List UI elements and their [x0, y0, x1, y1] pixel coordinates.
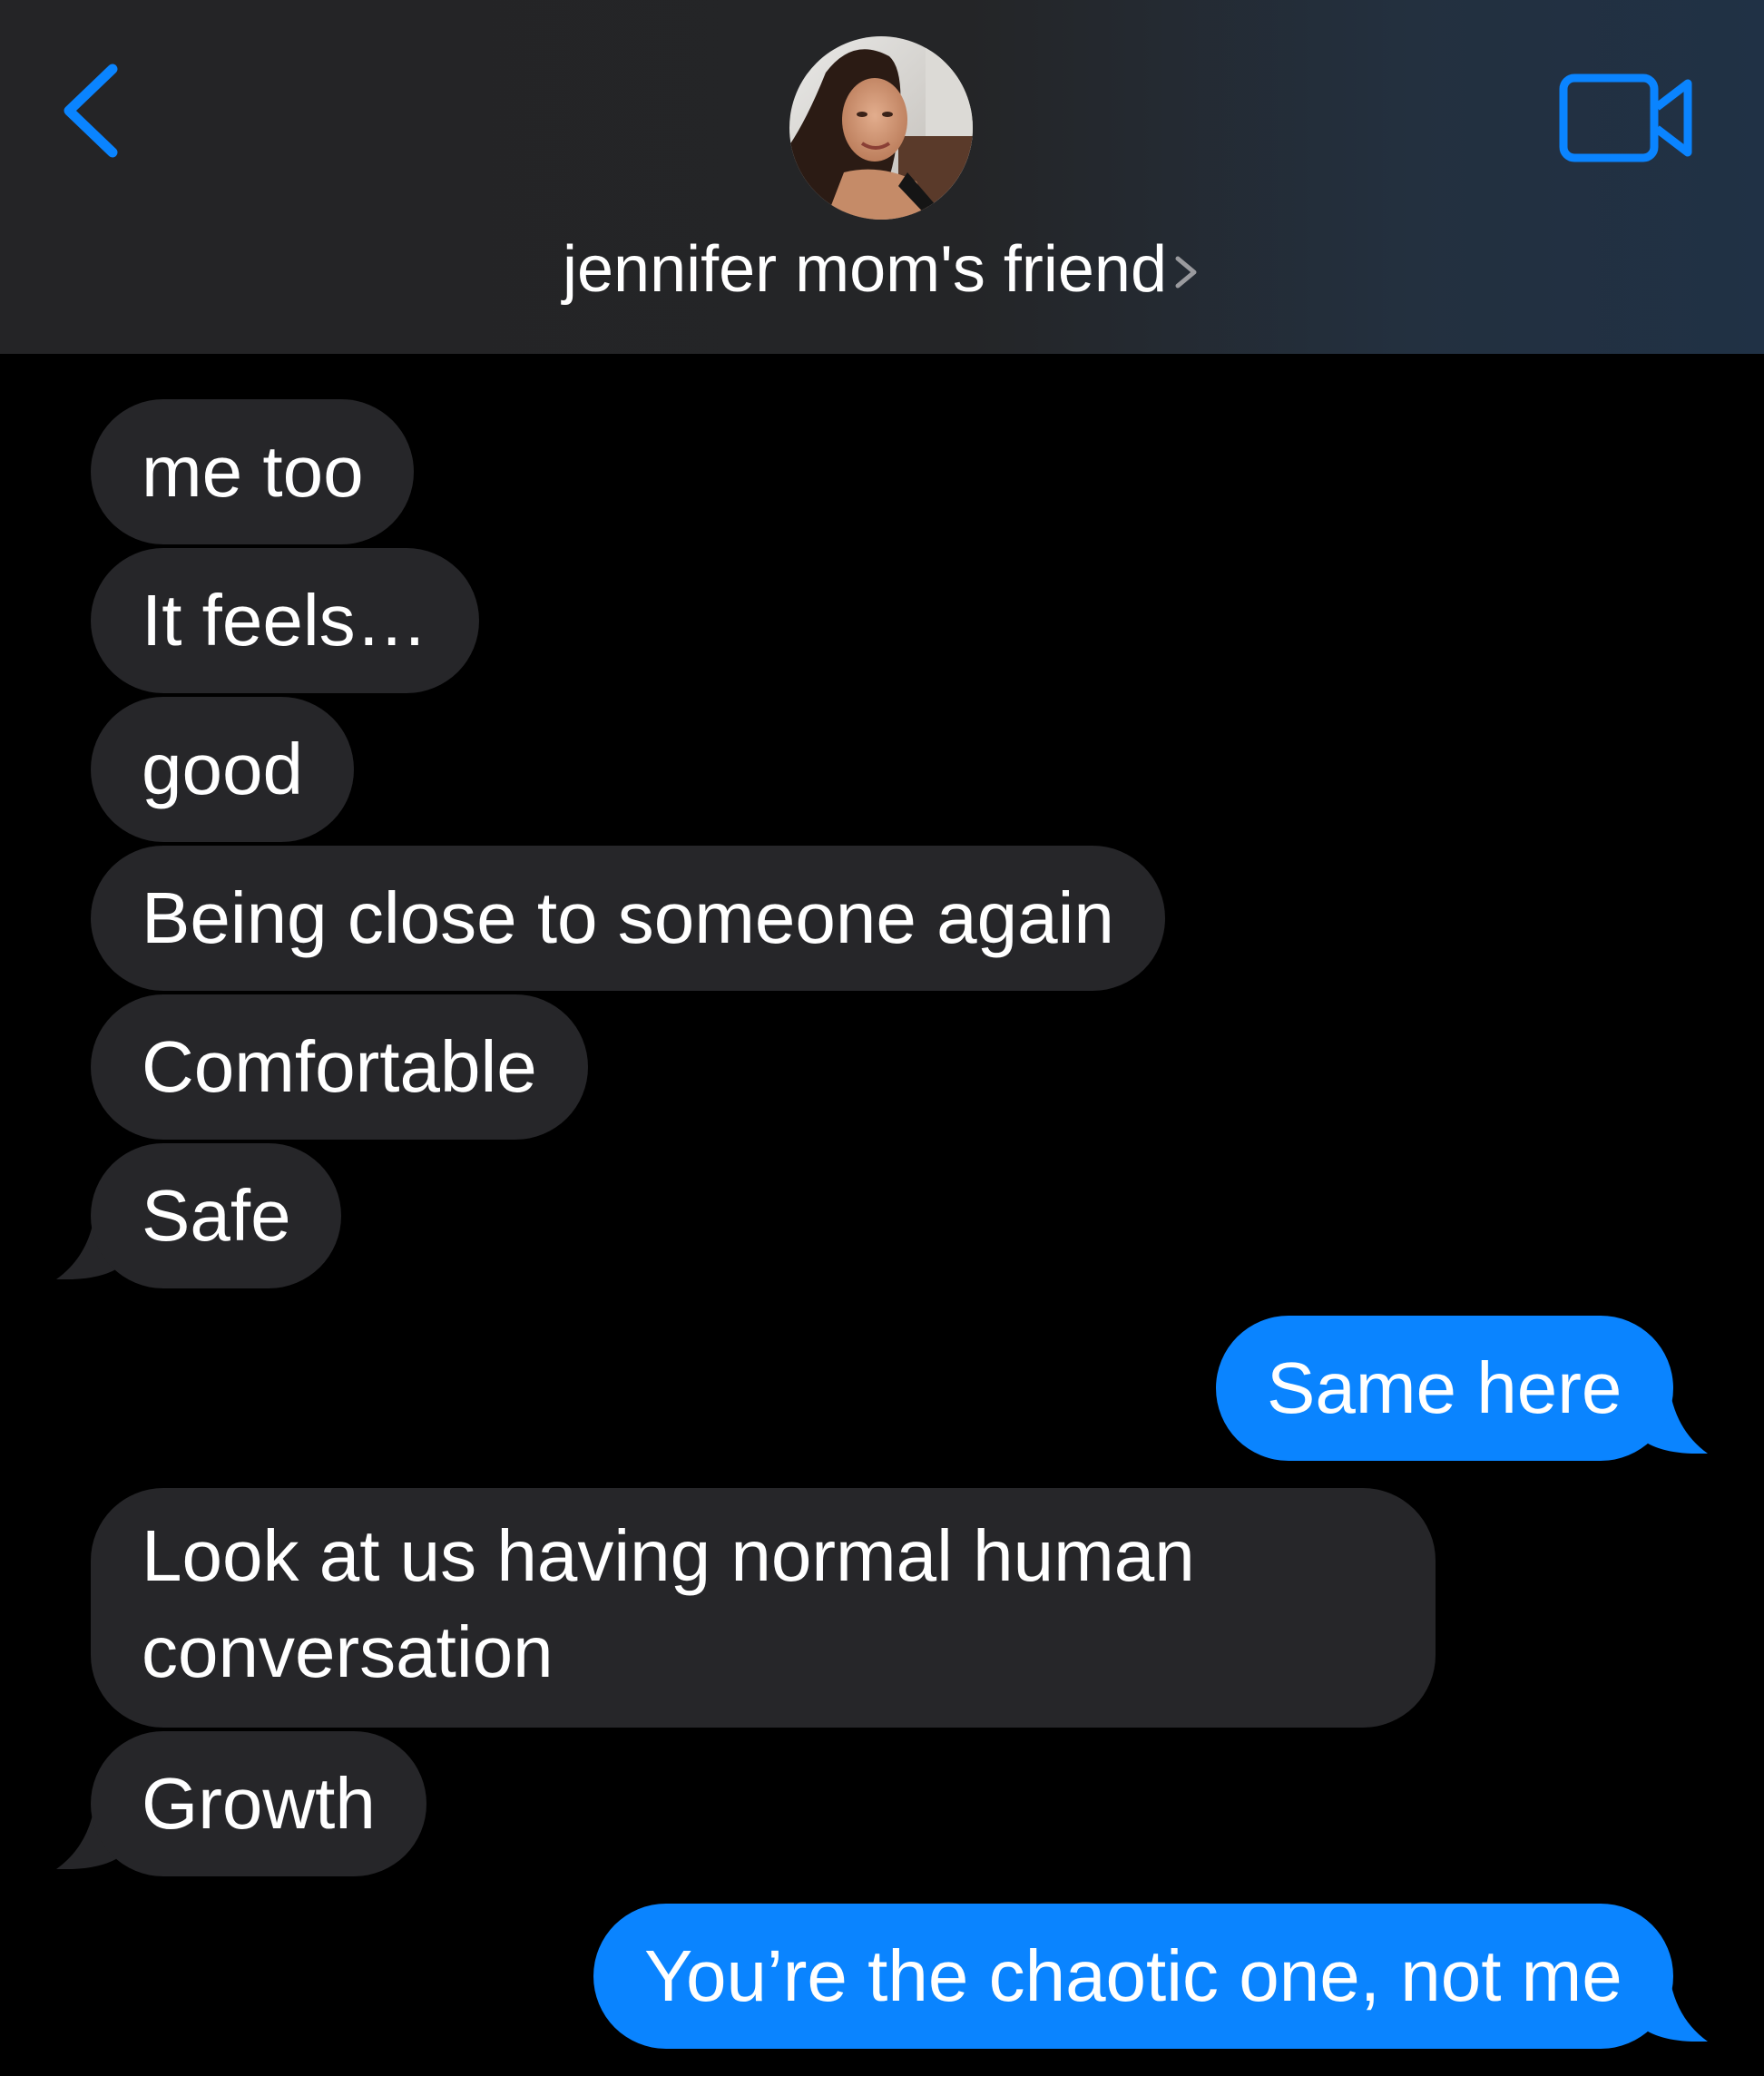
message-text: me too	[142, 431, 364, 512]
video-call-button[interactable]	[1559, 71, 1695, 165]
message-text: Being close to someone again	[142, 877, 1114, 958]
contact-avatar[interactable]	[789, 36, 973, 220]
messages-screen: jennifer mom's friend me too It feels… g…	[0, 0, 1764, 2076]
message-text: Same here	[1267, 1347, 1622, 1428]
message-bubble-incoming[interactable]: me too	[91, 399, 414, 544]
back-button[interactable]	[53, 56, 134, 165]
message-bubble-incoming[interactable]: good	[91, 697, 354, 842]
contact-name: jennifer mom's friend	[563, 233, 1167, 306]
message-text: Growth	[142, 1763, 376, 1844]
message-bubble-outgoing[interactable]: You’re the chaotic one, not me	[593, 1904, 1673, 2049]
message-text: Safe	[142, 1175, 291, 1256]
message-bubble-incoming[interactable]: Comfortable	[91, 994, 588, 1140]
message-bubble-incoming[interactable]: Safe	[91, 1143, 341, 1288]
message-bubble-outgoing[interactable]: Same here	[1216, 1316, 1673, 1461]
message-text: It feels…	[142, 580, 428, 661]
message-text: You’re the chaotic one, not me	[644, 1935, 1622, 2016]
message-text: Comfortable	[142, 1026, 537, 1107]
message-text: Look at us having normal human conversat…	[142, 1515, 1195, 1692]
chevron-right-icon	[1175, 256, 1197, 289]
message-bubble-incoming[interactable]: It feels…	[91, 548, 479, 693]
message-text: good	[142, 729, 303, 809]
message-bubble-incoming[interactable]: Growth	[91, 1731, 426, 1876]
video-camera-icon	[1559, 73, 1692, 162]
chevron-left-icon	[64, 64, 118, 158]
message-bubble-incoming[interactable]: Being close to someone again	[91, 846, 1165, 991]
contact-name-button[interactable]: jennifer mom's friend	[0, 229, 1764, 310]
conversation-header: jennifer mom's friend	[0, 0, 1764, 354]
message-bubble-incoming[interactable]: Look at us having normal human conversat…	[91, 1488, 1436, 1728]
